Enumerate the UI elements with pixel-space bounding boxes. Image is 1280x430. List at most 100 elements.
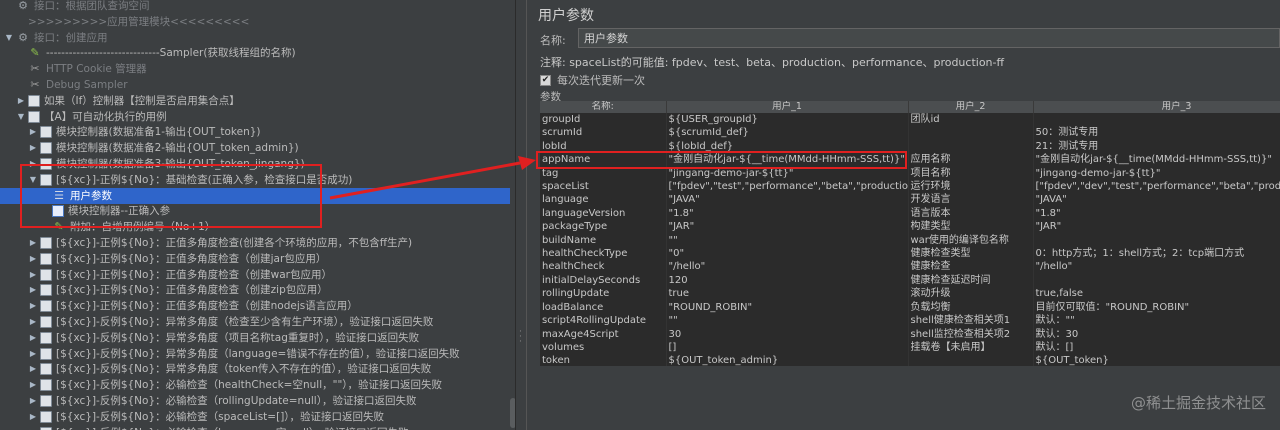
table-cell[interactable]: rollingUpdate bbox=[540, 287, 667, 301]
table-row[interactable]: language "JAVA" 开发语言 "JAVA" bbox=[540, 193, 1280, 207]
table-cell[interactable]: 团队id bbox=[908, 113, 1034, 127]
table-row[interactable]: script4RollingUpdate "" shell健康检查相关项1 默认："" bbox=[540, 314, 1280, 328]
table-cell[interactable]: ${USER_groupId} bbox=[666, 113, 909, 127]
collapsed-arrow-icon[interactable]: ▶ bbox=[28, 393, 38, 409]
tree-item[interactable]: ▶ [${xc}]-反例${No}：必输检查（language=空 null），验… bbox=[28, 425, 409, 430]
table-cell[interactable]: 120 bbox=[666, 273, 909, 288]
table-row[interactable]: healthCheckType "0" 健康检查类型 0：http方式；1：shell… bbox=[540, 247, 1280, 261]
table-cell[interactable]: ${scrumId_def} bbox=[666, 126, 909, 140]
table-cell[interactable]: scrumId bbox=[540, 126, 667, 140]
table-cell[interactable]: "" bbox=[666, 233, 909, 248]
table-cell[interactable]: "jingang-demo-jar-${tt}" bbox=[1033, 166, 1280, 181]
table-cell[interactable]: 健康检查延迟时间 bbox=[908, 273, 1034, 288]
table-cell[interactable]: language bbox=[540, 193, 667, 207]
table-row[interactable]: rollingUpdate true 滚动升级 true,false bbox=[540, 287, 1280, 301]
table-cell[interactable]: languageVersion bbox=[540, 206, 667, 221]
tree-item[interactable]: ▶ [${xc}]-反例${No}：异常多角度（检查至少含有生产环境），验证接口返… bbox=[28, 314, 433, 330]
collapsed-arrow-icon[interactable]: ▶ bbox=[28, 346, 38, 362]
table-cell[interactable]: "1.8" bbox=[666, 206, 909, 221]
table-cell[interactable]: "" bbox=[666, 314, 909, 328]
table-cell[interactable]: "JAVA" bbox=[666, 193, 909, 207]
table-cell[interactable]: 50：测试专用 bbox=[1033, 126, 1280, 140]
table-cell[interactable]: true,false bbox=[1033, 287, 1280, 301]
table-cell[interactable]: "金刚自动化jar-${__time(MMdd-HHmm-SSS,tt)}" bbox=[1033, 153, 1280, 167]
table-cell[interactable]: volumes bbox=[540, 340, 667, 355]
collapsed-arrow-icon[interactable]: ▶ bbox=[28, 425, 38, 430]
collapsed-arrow-icon[interactable]: ▶ bbox=[28, 298, 38, 314]
tree-item[interactable]: ▶ [${xc}]-正例${No}：正值多角度检查（创建jar包应用） bbox=[28, 251, 326, 267]
table-cell[interactable]: healthCheck bbox=[540, 260, 667, 274]
table-cell[interactable]: 默认：[] bbox=[1033, 340, 1280, 355]
table-cell[interactable]: 21：测试专用 bbox=[1033, 139, 1280, 154]
table-cell[interactable]: ${OUT_token_admin} bbox=[666, 354, 909, 366]
table-cell[interactable] bbox=[1033, 233, 1280, 248]
table-cell[interactable]: spaceList bbox=[540, 180, 667, 194]
table-cell[interactable]: loadBalance bbox=[540, 300, 667, 315]
table-cell[interactable]: 健康检查类型 bbox=[908, 247, 1034, 261]
table-row[interactable]: spaceList ["fpdev","test","performance","… bbox=[540, 180, 1280, 194]
each-iteration-checkbox[interactable]: ✔ 每次迭代更新一次 bbox=[540, 72, 645, 88]
expanded-arrow-icon[interactable]: ▼ bbox=[16, 109, 26, 125]
expanded-arrow-icon[interactable]: ▼ bbox=[4, 30, 14, 46]
table-cell[interactable]: 滚动升级 bbox=[908, 287, 1034, 301]
table-row[interactable]: loadBalance "ROUND_ROBIN" 负载均衡 目前仅可取值："ROUN… bbox=[540, 300, 1280, 315]
table-cell[interactable]: ${OUT_token} bbox=[1033, 354, 1280, 366]
column-header[interactable]: 用户_3 bbox=[1033, 101, 1280, 113]
table-row[interactable]: languageVersion "1.8" 语言版本 "1.8" bbox=[540, 206, 1280, 221]
table-cell[interactable]: "1.8" bbox=[1033, 206, 1280, 221]
table-row[interactable]: initialDelaySeconds 120 健康检查延迟时间 bbox=[540, 273, 1280, 288]
table-cell[interactable]: shell健康检查相关项1 bbox=[908, 314, 1034, 328]
column-header[interactable]: 名称: bbox=[540, 101, 667, 113]
table-cell[interactable]: token bbox=[540, 354, 667, 366]
table-cell[interactable] bbox=[908, 139, 1034, 154]
panel-splitter[interactable]: · · · bbox=[515, 0, 527, 430]
tree-item[interactable]: ▶ [${xc}]-反例${No}：异常多角度（token传入不存在的值），验证接… bbox=[28, 361, 431, 377]
tree-item[interactable]: ▶ 模块控制器(数据准备2-输出{OUT_token_admin}) bbox=[28, 140, 299, 156]
table-cell[interactable]: initialDelaySeconds bbox=[540, 273, 667, 288]
tree-item[interactable]: ✂ Debug Sampler bbox=[16, 77, 127, 93]
collapsed-arrow-icon[interactable]: ▶ bbox=[28, 282, 38, 298]
collapsed-arrow-icon[interactable]: ▶ bbox=[28, 361, 38, 377]
column-header[interactable]: 用户_2 bbox=[908, 101, 1034, 113]
table-cell[interactable] bbox=[908, 354, 1034, 366]
table-cell[interactable]: 0：http方式；1：shell方式；2：tcp端口方式 bbox=[1033, 247, 1280, 261]
table-cell[interactable]: 挂载卷【未启用】 bbox=[908, 340, 1034, 355]
table-cell[interactable]: packageType bbox=[540, 220, 667, 234]
collapsed-arrow-icon[interactable]: ▶ bbox=[16, 93, 26, 109]
table-cell[interactable]: shell监控检查相关项2 bbox=[908, 327, 1034, 341]
tree-item[interactable]: ✎ ------------------------------Sampler(获… bbox=[16, 45, 295, 61]
tree-item[interactable]: ▼ 【A】可自动化执行的用例 bbox=[16, 109, 167, 125]
table-row[interactable]: scrumId ${scrumId_def} 50：测试专用 bbox=[540, 126, 1280, 140]
tree-item[interactable]: ▶ [${xc}]-正例${No}：正值多角度检查（创建war包应用） bbox=[28, 267, 332, 283]
checkbox-checked-icon[interactable]: ✔ bbox=[540, 74, 551, 86]
table-cell[interactable]: 语言版本 bbox=[908, 206, 1034, 221]
parameters-table[interactable]: 名称: 用户_1 用户_2 用户_3 groupId ${USER_groupId} 团队… bbox=[540, 101, 1280, 366]
table-row[interactable]: volumes[] 挂载卷【未启用】 默认：[] bbox=[540, 340, 1280, 355]
tree-item[interactable]: ▶ 如果（If）控制器【控制是否启用集合点】 bbox=[16, 93, 240, 109]
table-cell[interactable]: "JAR" bbox=[1033, 220, 1280, 234]
collapsed-arrow-icon[interactable]: ▶ bbox=[28, 124, 38, 140]
column-header[interactable]: 用户_1 bbox=[666, 101, 909, 113]
table-cell[interactable]: buildName bbox=[540, 233, 667, 248]
table-cell[interactable]: 目前仅可取值："ROUND_ROBIN" bbox=[1033, 300, 1280, 315]
table-cell[interactable]: "/hello" bbox=[666, 260, 909, 274]
tree-item[interactable]: ▶ [${xc}]-反例${No}：必输检查（rollingUpdate=null… bbox=[28, 393, 416, 409]
tree-item[interactable]: ▶ [${xc}]-反例${No}：异常多角度（language=错误不存在的值）… bbox=[28, 346, 460, 362]
tree-item[interactable]: ▶ [${xc}]-正例${No}：正值多角度检查(创建各个环境的应用，不包含ff… bbox=[28, 235, 412, 251]
collapsed-arrow-icon[interactable]: ▶ bbox=[28, 314, 38, 330]
tree-item[interactable]: ▶ [${xc}]-反例${No}：必输检查（healthCheck=空null，… bbox=[28, 377, 442, 393]
tree-item[interactable]: >>>>>>>>>应用管理模块<<<<<<<<< bbox=[16, 14, 249, 30]
table-cell[interactable]: 开发语言 bbox=[908, 193, 1034, 207]
tree-item[interactable]: ▶ [${xc}]-反例${No}：异常多角度（项目名称tag重复时），验证接口返… bbox=[28, 330, 419, 346]
table-cell[interactable] bbox=[1033, 273, 1280, 288]
table-cell[interactable]: ["fpdev","dev","test","performance","bet… bbox=[1033, 180, 1280, 194]
table-cell[interactable]: groupId bbox=[540, 113, 667, 127]
collapsed-arrow-icon[interactable]: ▶ bbox=[28, 377, 38, 393]
tree-item[interactable]: ▶ [${xc}]-正例${No}：正值多角度检查（创建nodejs语言应用） bbox=[28, 298, 358, 314]
table-cell[interactable]: 项目名称 bbox=[908, 166, 1034, 181]
tree-item[interactable]: ⚙ 接口：根据团队查询空间 bbox=[4, 0, 149, 14]
collapsed-arrow-icon[interactable]: ▶ bbox=[28, 251, 38, 267]
table-cell[interactable]: "JAR" bbox=[666, 220, 909, 234]
tree-item[interactable]: ▼ ⚙ 接口：创建应用 bbox=[4, 30, 108, 46]
table-row[interactable]: groupId ${USER_groupId} 团队id bbox=[540, 113, 1280, 127]
